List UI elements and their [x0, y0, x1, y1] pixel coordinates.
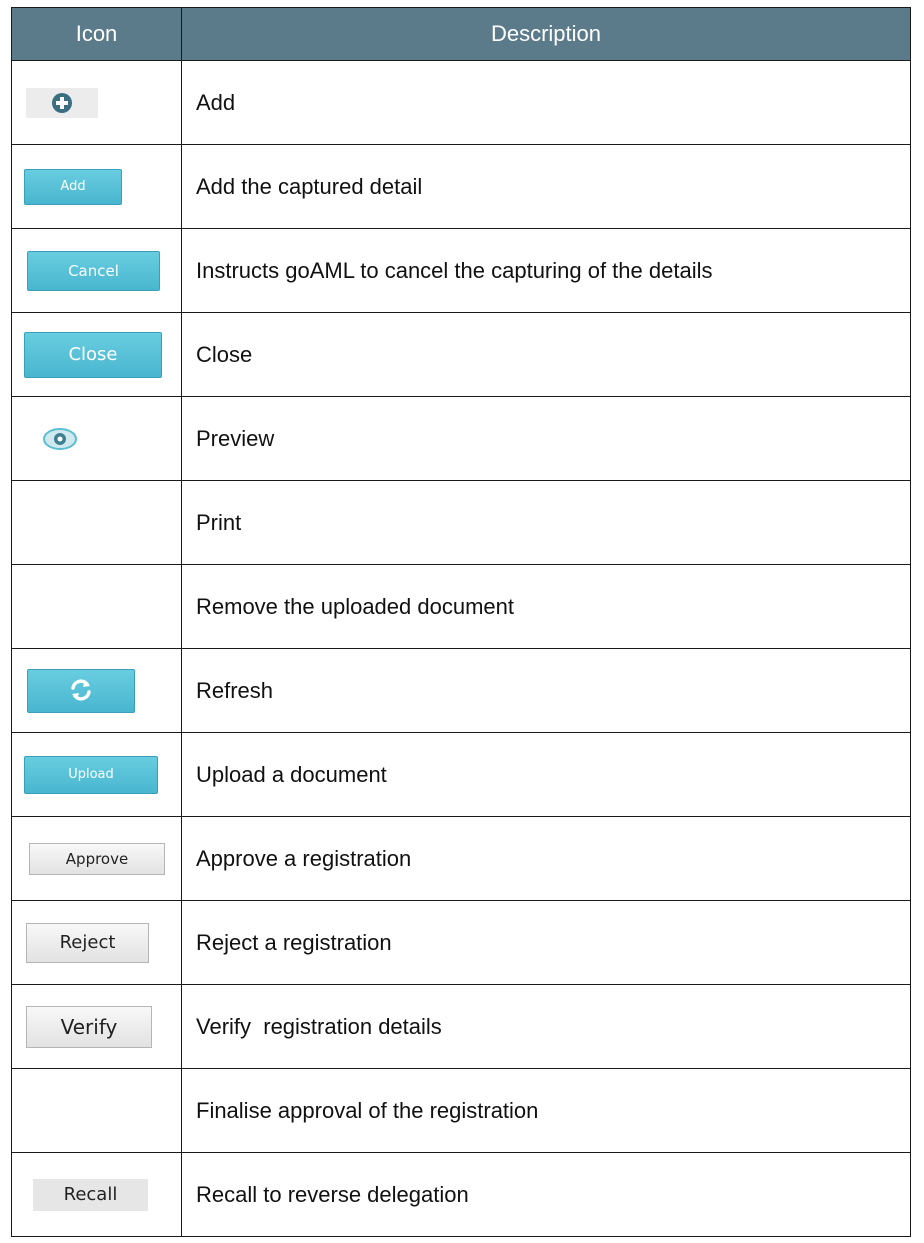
verify-button[interactable]: Verify — [26, 1005, 152, 1048]
recall-button[interactable]: Recall — [33, 1178, 148, 1211]
header-description: Description — [181, 7, 911, 61]
icon-legend-table: Icon Description Add Add Add the capture… — [11, 7, 911, 1237]
table-row: Approve Approve a registration — [11, 816, 911, 901]
description-cell: Add — [181, 60, 911, 145]
table-row: Cancel Instructs goAML to cancel the cap… — [11, 228, 911, 313]
table-row: Reject Reject a registration — [11, 900, 911, 985]
refresh-icon — [71, 679, 91, 701]
approve-button[interactable]: Approve — [29, 842, 165, 875]
header-icon: Icon — [11, 7, 182, 61]
description-cell: Finalise approval of the registration — [181, 1068, 911, 1153]
description-cell: Close — [181, 312, 911, 397]
icon-cell: Close — [11, 312, 182, 397]
table-header-row: Icon Description — [11, 7, 911, 61]
icon-cell — [11, 480, 182, 565]
description-cell: Remove the uploaded document — [181, 564, 911, 649]
add-button[interactable]: Add — [24, 168, 122, 205]
table-row: Add — [11, 60, 911, 145]
icon-cell — [11, 564, 182, 649]
close-button[interactable]: Close — [24, 331, 162, 378]
table-row: Print — [11, 480, 911, 565]
icon-cell: Recall — [11, 1152, 182, 1237]
cancel-button[interactable]: Cancel — [27, 250, 160, 291]
icon-cell: Verify — [11, 984, 182, 1069]
description-cell: Preview — [181, 396, 911, 481]
add-circle-icon[interactable] — [26, 87, 98, 118]
description-cell: Verify registration details — [181, 984, 911, 1069]
page: Icon Description Add Add Add the capture… — [0, 0, 924, 1243]
icon-cell — [11, 60, 182, 145]
icon-cell — [11, 1068, 182, 1153]
description-cell: Recall to reverse delegation — [181, 1152, 911, 1237]
icon-cell: Upload — [11, 732, 182, 817]
description-cell: Print — [181, 480, 911, 565]
description-cell: Refresh — [181, 648, 911, 733]
icon-cell — [11, 648, 182, 733]
description-cell: Add the captured detail — [181, 144, 911, 229]
table-row: Close Close — [11, 312, 911, 397]
icon-cell: Approve — [11, 816, 182, 901]
eye-icon[interactable] — [40, 427, 80, 451]
icon-cell — [11, 396, 182, 481]
table-row: Verify Verify registration details — [11, 984, 911, 1069]
description-cell: Approve a registration — [181, 816, 911, 901]
table-row: Add Add the captured detail — [11, 144, 911, 229]
table-row: Refresh — [11, 648, 911, 733]
table-row: Preview — [11, 396, 911, 481]
icon-cell: Cancel — [11, 228, 182, 313]
description-cell: Reject a registration — [181, 900, 911, 985]
description-cell: Instructs goAML to cancel the capturing … — [181, 228, 911, 313]
upload-button[interactable]: Upload — [24, 755, 158, 794]
reject-button[interactable]: Reject — [26, 922, 149, 963]
refresh-button[interactable] — [27, 668, 135, 713]
icon-cell: Reject — [11, 900, 182, 985]
table-row: Remove the uploaded document — [11, 564, 911, 649]
table-row: Upload Upload a document — [11, 732, 911, 817]
description-cell: Upload a document — [181, 732, 911, 817]
table-row: Recall Recall to reverse delegation — [11, 1152, 911, 1237]
table-row: Finalise approval of the registration — [11, 1068, 911, 1153]
icon-cell: Add — [11, 144, 182, 229]
